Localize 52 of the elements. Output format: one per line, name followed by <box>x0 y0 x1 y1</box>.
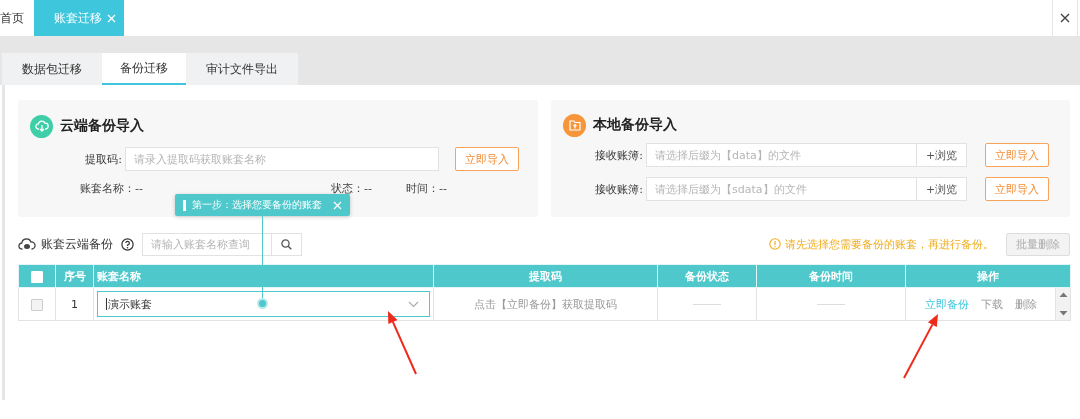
action-link[interactable]: 删除 <box>1014 297 1037 311</box>
browse-button[interactable]: +浏览 <box>917 177 967 201</box>
column-header: 序号 <box>55 264 94 288</box>
column-header: 操作 <box>905 264 1071 288</box>
step-tooltip: 第一步：选择您要备份的账套 <box>175 194 350 216</box>
table-cell: 1 <box>55 287 94 321</box>
arrow-annotation <box>903 314 938 379</box>
column-header: 账套名称 <box>93 264 434 288</box>
field-label: 提取码: <box>84 151 123 167</box>
scroll-arrows-icon <box>1058 291 1068 317</box>
column-header: 备份状态 <box>657 264 757 288</box>
tab[interactable]: 备份迁移 <box>102 53 186 85</box>
folder-upload-icon <box>563 113 586 137</box>
tab[interactable]: 数据包迁移 <box>2 53 102 85</box>
file-input[interactable]: 请选择后缀为【sdata】的文件 <box>646 177 917 201</box>
card-title: 本地备份导入 <box>593 116 677 134</box>
page-tab[interactable]: 首页 <box>0 0 34 36</box>
caret-icon <box>408 300 419 308</box>
field-label: 接收账簿: <box>594 147 644 163</box>
table-cell: 点击【立即备份】获取提取码 <box>433 287 658 321</box>
page-tab[interactable]: 账套迁移 <box>34 0 124 36</box>
info-text: 账套名称：-- <box>80 181 144 196</box>
checkbox[interactable] <box>31 298 43 311</box>
file-input[interactable]: 请选择后缀为【data】的文件 <box>646 143 917 167</box>
cloud-icon <box>18 237 36 251</box>
column-header: 备份时间 <box>756 264 906 288</box>
action-link[interactable]: 下载 <box>980 297 1003 311</box>
tab[interactable]: 审计文件导出 <box>186 53 298 85</box>
warning-icon <box>769 238 781 250</box>
warning-text: 请先选择您需要备份的账套，再进行备份。 <box>785 236 994 252</box>
pointer-dot <box>257 298 268 309</box>
import-button[interactable]: 立即导入 <box>455 147 519 171</box>
import-button[interactable]: 立即导入 <box>985 177 1049 201</box>
action-link[interactable]: 立即备份 <box>924 297 969 311</box>
close-icon <box>1060 13 1070 23</box>
arrow-annotation <box>388 311 417 375</box>
cloud-download-icon <box>30 114 53 138</box>
browse-button[interactable]: +浏览 <box>917 143 967 167</box>
info-text: 状态：-- <box>331 181 373 196</box>
search-field[interactable]: 请输入账套名称查询 <box>142 232 272 256</box>
info-text: 时间：-- <box>406 181 447 196</box>
account-select[interactable]: 演示账套 <box>97 291 430 317</box>
card-title: 云端备份导入 <box>60 117 144 135</box>
help-icon <box>121 237 134 251</box>
section-title: 账套云端备份 <box>41 235 113 253</box>
field-label: 接收账簿: <box>594 181 644 197</box>
search-icon <box>281 238 292 250</box>
code-input[interactable]: 请录入提取码获取账套名称 <box>125 147 439 171</box>
search-button[interactable] <box>272 232 302 256</box>
import-button[interactable]: 立即导入 <box>985 143 1049 167</box>
close-icon <box>333 200 342 210</box>
column-header: 提取码 <box>433 264 658 288</box>
